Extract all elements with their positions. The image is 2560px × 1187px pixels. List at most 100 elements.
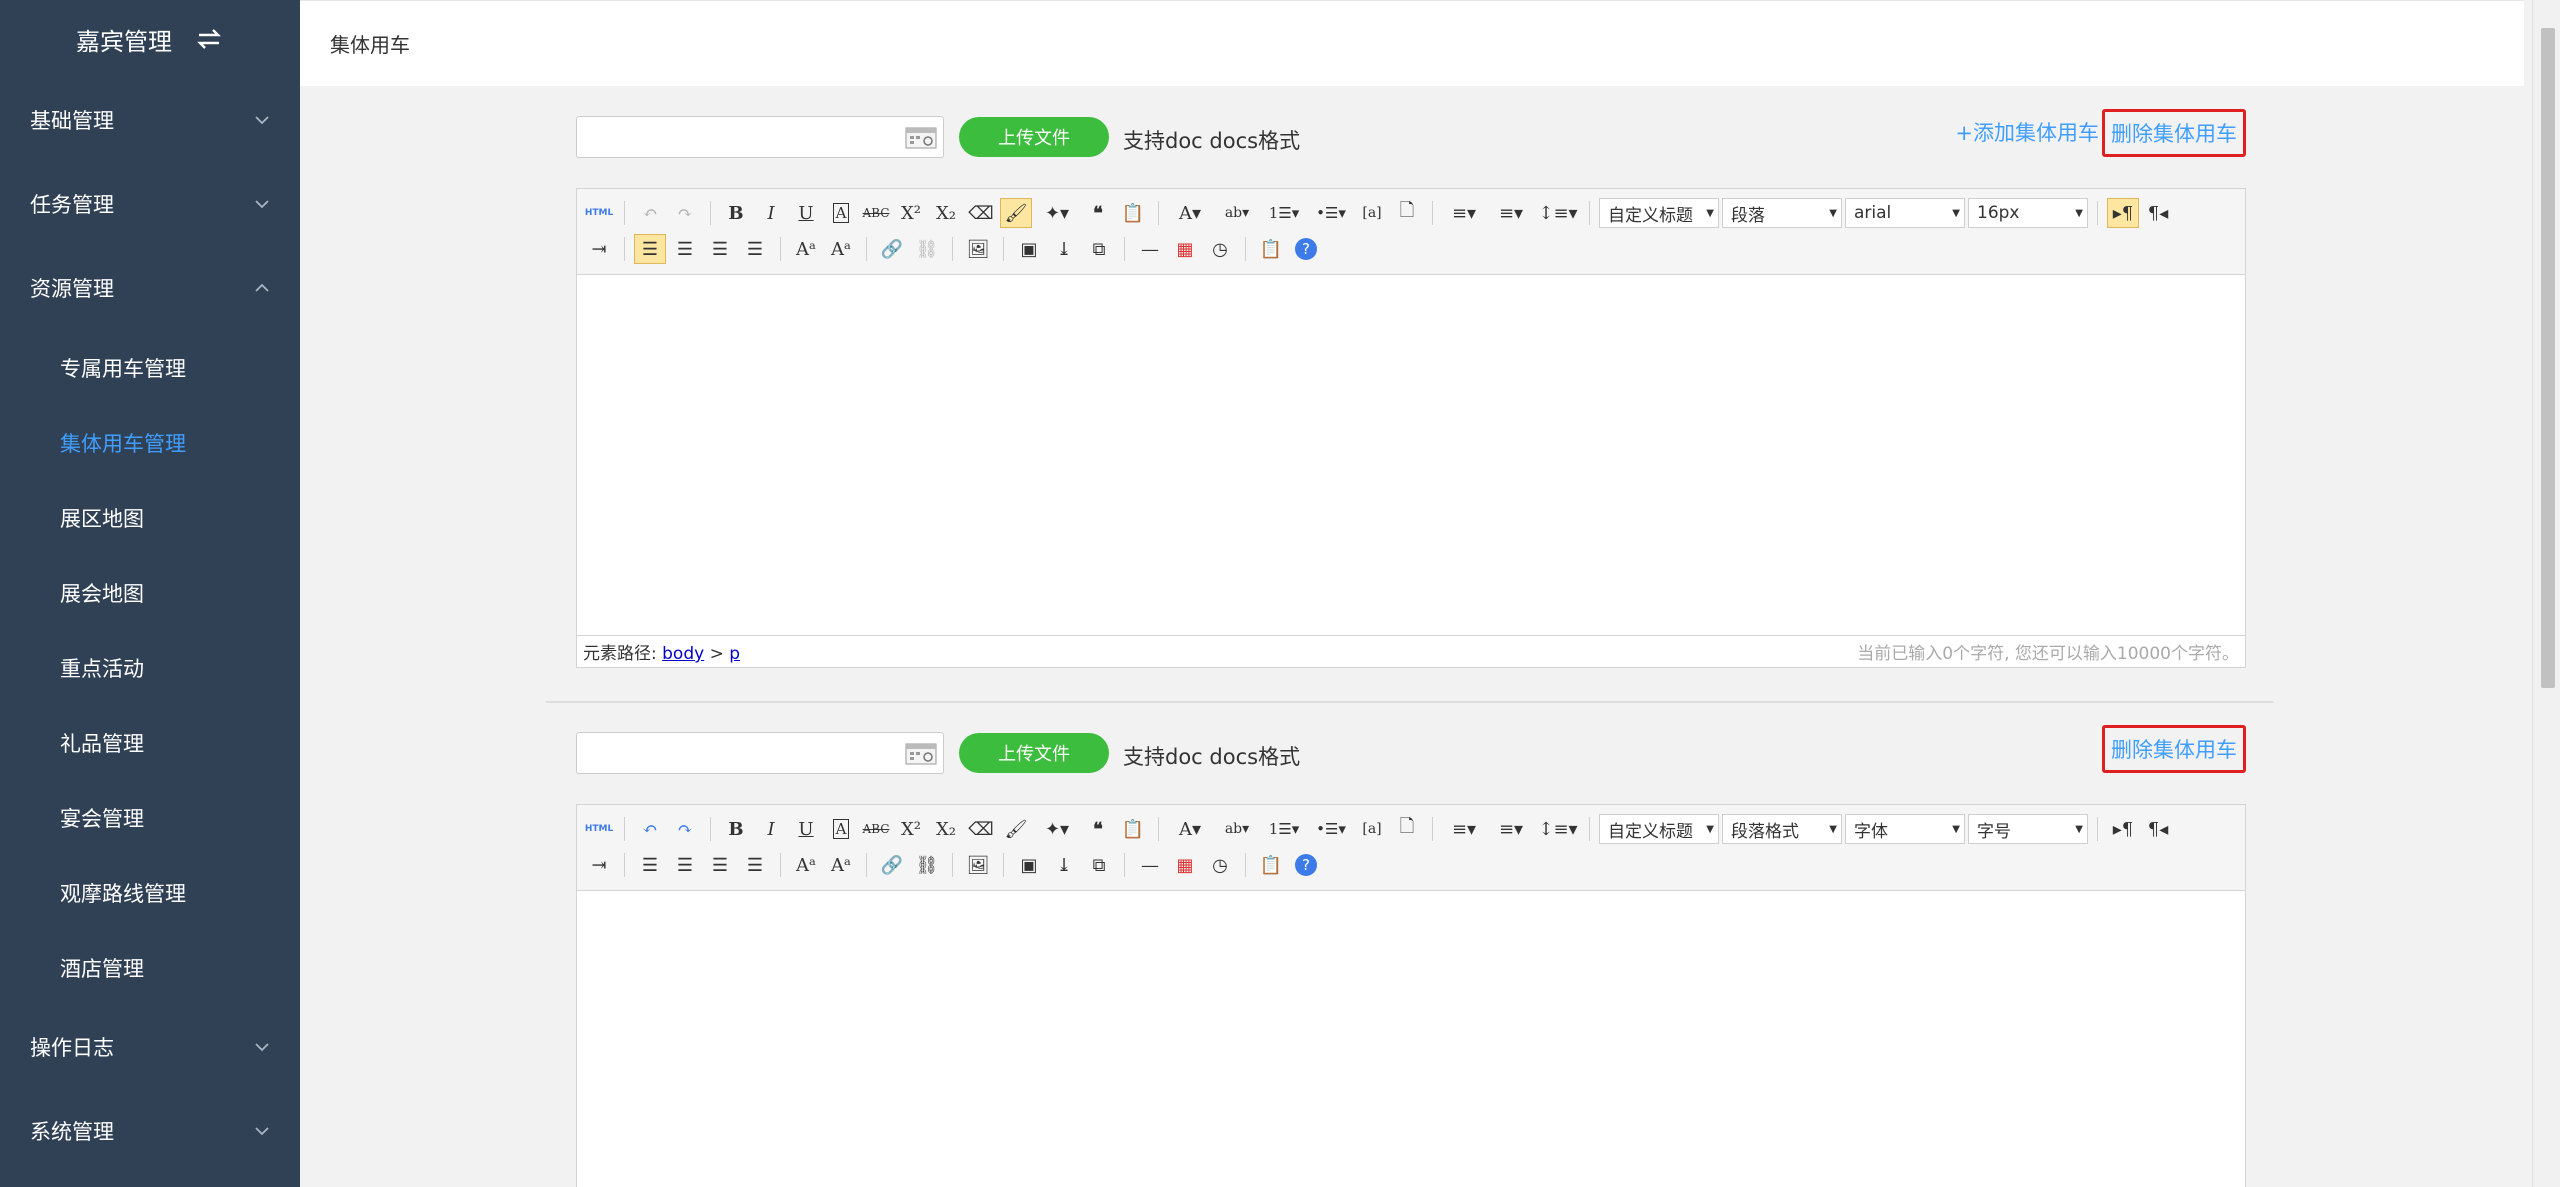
select-all-icon[interactable]: [a]: [1356, 198, 1388, 228]
paragraph-select[interactable]: 段落 ▼: [1722, 198, 1842, 228]
horizontal-rule-icon[interactable]: —: [1134, 234, 1166, 264]
template-icon[interactable]: ⧉: [1083, 850, 1115, 880]
bold-icon[interactable]: B: [720, 814, 752, 844]
upload-button[interactable]: 上传文件: [959, 733, 1109, 773]
font-family-select[interactable]: arial ▼: [1845, 198, 1965, 228]
row-spacing-bottom-icon[interactable]: ≡▾: [1489, 814, 1533, 844]
ordered-list-icon[interactable]: 1☰▾: [1262, 814, 1306, 844]
html-source-icon[interactable]: HTML: [583, 814, 615, 844]
template-icon[interactable]: ⧉: [1083, 234, 1115, 264]
menu-system[interactable]: 系统管理: [0, 1089, 300, 1173]
sidebar-item-expo-map[interactable]: 展会地图: [0, 555, 300, 630]
menu-oplog[interactable]: 操作日志: [0, 1005, 300, 1089]
sidebar-item-tour-route[interactable]: 观摩路线管理: [0, 855, 300, 930]
eraser-icon[interactable]: ⌫: [965, 814, 997, 844]
menu-resource[interactable]: 资源管理: [0, 246, 300, 330]
paste-icon[interactable]: 📋: [1255, 234, 1287, 264]
unlink-icon[interactable]: ⛓: [911, 234, 943, 264]
paragraph-select[interactable]: 段落格式 ▼: [1722, 814, 1842, 844]
unordered-list-icon[interactable]: •☰▾: [1309, 198, 1353, 228]
insert-frame-icon[interactable]: ▣: [1013, 234, 1045, 264]
row-spacing-top-icon[interactable]: ≡▾: [1442, 198, 1486, 228]
auto-format-icon[interactable]: ✦▾: [1035, 198, 1079, 228]
unlink-icon[interactable]: ⛓: [911, 850, 943, 880]
paste-plain-icon[interactable]: 📋: [1117, 814, 1149, 844]
scrollbar-thumb[interactable]: [2541, 28, 2555, 688]
image-icon[interactable]: 🖼: [962, 234, 994, 264]
strikethrough-icon[interactable]: ABC: [860, 814, 892, 844]
align-center-icon[interactable]: ☰: [669, 850, 701, 880]
file-path-input[interactable]: [576, 116, 944, 158]
align-right-icon[interactable]: ☰: [704, 850, 736, 880]
italic-icon[interactable]: I: [755, 198, 787, 228]
element-path-p-link[interactable]: p: [729, 644, 740, 664]
align-justify-icon[interactable]: ☰: [739, 234, 771, 264]
row-spacing-top-icon[interactable]: ≡▾: [1442, 814, 1486, 844]
sidebar-item-gifts[interactable]: 礼品管理: [0, 705, 300, 780]
align-right-icon[interactable]: ☰: [704, 234, 736, 264]
insert-frame-icon[interactable]: ▣: [1013, 850, 1045, 880]
subscript-icon[interactable]: X₂: [930, 814, 962, 844]
delete-group-car-link[interactable]: 删除集体用车: [2102, 725, 2246, 773]
font-color-icon[interactable]: A▾: [1168, 198, 1212, 228]
undo-icon[interactable]: ↶: [634, 198, 666, 228]
page-break-icon[interactable]: ⤓: [1048, 850, 1080, 880]
blockquote-icon[interactable]: ❝: [1082, 198, 1114, 228]
uppercase-icon[interactable]: Aᵃ: [790, 234, 822, 264]
rtl-direction-icon[interactable]: ¶◂: [2142, 814, 2174, 844]
eraser-icon[interactable]: ⌫: [965, 198, 997, 228]
superscript-icon[interactable]: X²: [895, 814, 927, 844]
ltr-direction-icon[interactable]: ▸¶: [2107, 198, 2139, 228]
format-painter-icon[interactable]: 🖌: [1000, 198, 1032, 228]
unordered-list-icon[interactable]: •☰▾: [1309, 814, 1353, 844]
file-browse-icon[interactable]: [905, 742, 937, 766]
lowercase-icon[interactable]: Aᵃ: [825, 850, 857, 880]
clear-doc-icon[interactable]: 🗋: [1391, 198, 1423, 228]
upload-button[interactable]: 上传文件: [959, 117, 1109, 157]
blockquote-icon[interactable]: ❝: [1082, 814, 1114, 844]
time-icon[interactable]: ◷: [1204, 234, 1236, 264]
redo-icon[interactable]: ↷: [669, 814, 701, 844]
sidebar-item-hotel[interactable]: 酒店管理: [0, 930, 300, 1005]
align-justify-icon[interactable]: ☰: [739, 850, 771, 880]
image-icon[interactable]: 🖼: [962, 850, 994, 880]
ordered-list-icon[interactable]: 1☰▾: [1262, 198, 1306, 228]
select-all-icon[interactable]: [a]: [1356, 814, 1388, 844]
custom-heading-select[interactable]: 自定义标题 ▼: [1599, 814, 1719, 844]
date-icon[interactable]: ▦: [1169, 850, 1201, 880]
link-icon[interactable]: 🔗: [876, 234, 908, 264]
align-left-icon[interactable]: ☰: [634, 234, 666, 264]
collapse-toggle-icon[interactable]: [194, 26, 224, 52]
strikethrough-icon[interactable]: ABC: [860, 198, 892, 228]
help-icon[interactable]: ?: [1290, 850, 1322, 880]
font-size-select[interactable]: 16px ▼: [1968, 198, 2088, 228]
paste-plain-icon[interactable]: 📋: [1117, 198, 1149, 228]
font-border-icon[interactable]: A: [825, 198, 857, 228]
editor-content-area[interactable]: [577, 275, 2245, 635]
redo-icon[interactable]: ↷: [669, 198, 701, 228]
rtl-direction-icon[interactable]: ¶◂: [2142, 198, 2174, 228]
underline-icon[interactable]: U: [790, 814, 822, 844]
align-center-icon[interactable]: ☰: [669, 234, 701, 264]
superscript-icon[interactable]: X²: [895, 198, 927, 228]
subscript-icon[interactable]: X₂: [930, 198, 962, 228]
font-family-select[interactable]: 字体 ▼: [1845, 814, 1965, 844]
ltr-direction-icon[interactable]: ▸¶: [2107, 814, 2139, 844]
delete-group-car-link[interactable]: 删除集体用车: [2102, 109, 2246, 157]
custom-heading-select[interactable]: 自定义标题 ▼: [1599, 198, 1719, 228]
horizontal-rule-icon[interactable]: —: [1134, 850, 1166, 880]
line-height-icon[interactable]: ↕≡▾: [1536, 198, 1580, 228]
link-icon[interactable]: 🔗: [876, 850, 908, 880]
auto-format-icon[interactable]: ✦▾: [1035, 814, 1079, 844]
font-color-icon[interactable]: A▾: [1168, 814, 1212, 844]
uppercase-icon[interactable]: Aᵃ: [790, 850, 822, 880]
page-break-icon[interactable]: ⤓: [1048, 234, 1080, 264]
align-left-icon[interactable]: ☰: [634, 850, 666, 880]
undo-icon[interactable]: ↶: [634, 814, 666, 844]
date-icon[interactable]: ▦: [1169, 234, 1201, 264]
add-group-car-link[interactable]: +添加集体用车: [1955, 117, 2099, 147]
back-color-icon[interactable]: ab▾: [1215, 198, 1259, 228]
font-size-select[interactable]: 字号 ▼: [1968, 814, 2088, 844]
italic-icon[interactable]: I: [755, 814, 787, 844]
bold-icon[interactable]: B: [720, 198, 752, 228]
